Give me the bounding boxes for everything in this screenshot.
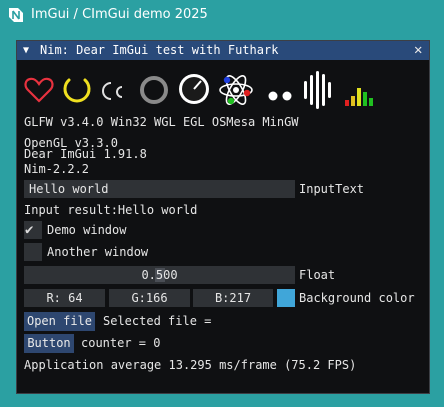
heart-icon: [24, 77, 54, 103]
double-arc-icon: [102, 82, 123, 100]
another-window-label[interactable]: Another window: [47, 245, 148, 260]
imgui-window: ▼ Nim: Dear ImGui test with Futhark ✕ GL…: [16, 40, 430, 394]
close-icon[interactable]: ✕: [414, 41, 422, 60]
open-file-button[interactable]: Open file: [24, 312, 95, 331]
frame-stats-text: Application average 13.295 ms/frame (75.…: [24, 358, 357, 372]
text-input-label: InputText: [299, 182, 365, 196]
color-r-value: R: 64: [46, 291, 83, 305]
imgui-title-bar[interactable]: ▼ Nim: Dear ImGui test with Futhark ✕: [17, 41, 429, 60]
demo-window-checkbox[interactable]: ✔: [24, 221, 42, 239]
float-slider-label: Float: [299, 268, 336, 282]
selected-file-text: Selected file =: [103, 314, 212, 328]
float-slider[interactable]: 0.500: [24, 266, 295, 284]
color-g-field[interactable]: G:166: [109, 289, 190, 307]
nim-version-text: Nim-2.2.2: [24, 162, 90, 176]
glfw-version-text: GLFW v3.4.0 Win32 WGL EGL OSMesa MinGW: [24, 115, 299, 129]
icon-strip: [24, 71, 424, 109]
open-file-button-label: Open file: [26, 314, 93, 328]
level-meter-icon: [345, 88, 373, 106]
ring-icon: [140, 76, 168, 104]
counter-text: counter = 0: [81, 336, 161, 350]
demo-window-label[interactable]: Demo window: [47, 223, 126, 238]
color-r-field[interactable]: R: 64: [24, 289, 105, 307]
sound-bars-icon: [304, 71, 331, 109]
color-g-value: G:166: [131, 291, 168, 305]
imgui-version-text: Dear ImGui 1.91.8: [24, 147, 147, 161]
input-result-text: Input result:Hello world: [24, 203, 198, 217]
counter-button[interactable]: Button: [24, 334, 74, 353]
color-b-field[interactable]: B:217: [193, 289, 273, 307]
another-window-checkbox[interactable]: [24, 243, 42, 261]
app-logo-icon: [9, 8, 23, 22]
imgui-window-title: Nim: Dear ImGui test with Futhark: [40, 43, 279, 57]
color-b-value: B:217: [214, 291, 252, 305]
counter-button-label: Button: [27, 336, 71, 350]
clock-gauge-icon: [179, 74, 209, 104]
atom-icon: [219, 75, 253, 105]
dots-icon: [268, 91, 292, 101]
arc-spinner-icon: [63, 78, 91, 103]
collapse-arrow-icon[interactable]: ▼: [23, 44, 29, 57]
os-window-title: ImGui / CImGui demo 2025: [31, 7, 208, 22]
checkmark-icon: ✔: [25, 222, 34, 238]
os-title-bar[interactable]: ImGui / CImGui demo 2025: [0, 0, 444, 31]
text-input[interactable]: Hello world: [24, 180, 295, 198]
background-color-label: Background color: [299, 291, 415, 305]
color-swatch[interactable]: [277, 289, 295, 307]
float-slider-value: 0.500: [141, 268, 178, 282]
text-input-value: Hello world: [29, 182, 109, 196]
